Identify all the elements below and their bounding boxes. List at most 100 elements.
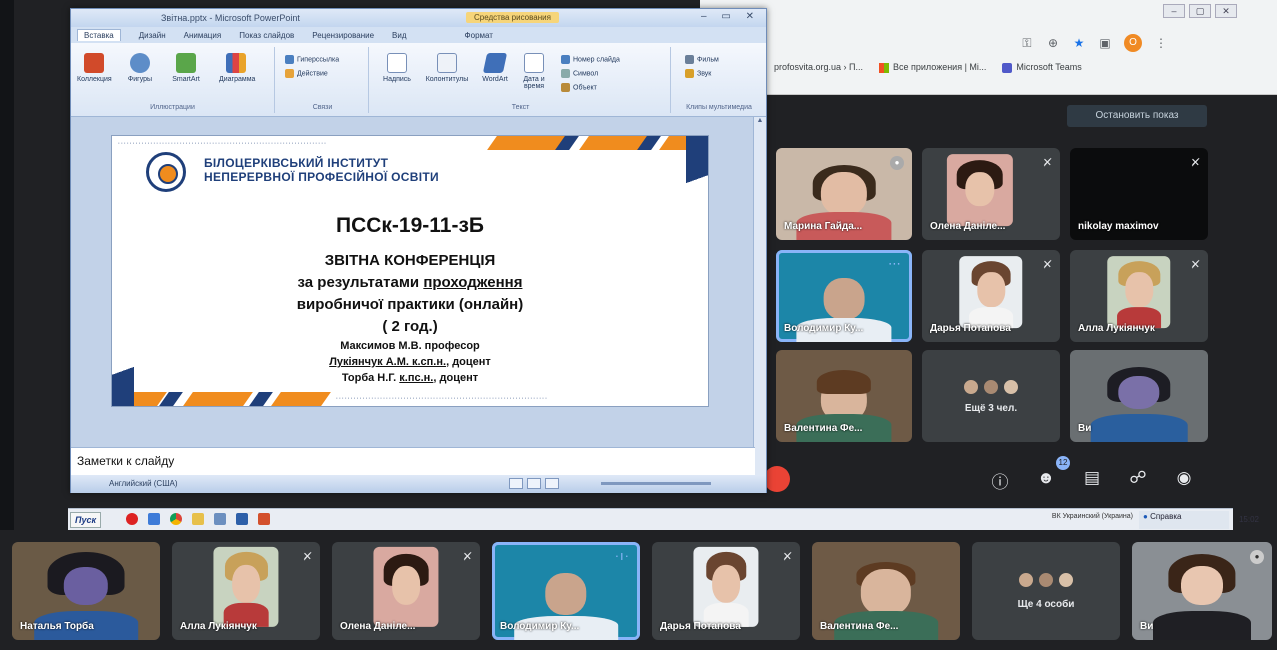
participant-tile[interactable]: ✕̸ Алла Лукіянчук bbox=[1070, 250, 1208, 342]
language-indicator[interactable]: Английский (США) bbox=[109, 479, 178, 488]
participant-video bbox=[1090, 414, 1188, 442]
filmstrip-tile[interactable]: Валентина Фе... bbox=[812, 542, 960, 640]
info-icon[interactable]: ⓘ bbox=[990, 468, 1010, 493]
tray-language[interactable]: ВК Украинский (Украина) bbox=[1052, 513, 1133, 520]
ppt-tab[interactable]: Формат bbox=[465, 31, 493, 40]
participant-tile[interactable]: ✕̸ Олена Даніле... bbox=[922, 148, 1060, 240]
zoom-slider[interactable] bbox=[601, 482, 711, 485]
sound-button[interactable]: Звук bbox=[685, 69, 711, 78]
tray-help: ● Справка bbox=[1139, 511, 1229, 529]
share-icon[interactable]: ⊕ bbox=[1046, 36, 1060, 50]
mic-off-icon: ✕̸ bbox=[302, 551, 312, 563]
movie-button[interactable]: Фильм bbox=[685, 55, 719, 64]
participant-video bbox=[959, 256, 1023, 329]
app-icon[interactable] bbox=[236, 513, 248, 525]
slide-number-button[interactable]: Номер слайда bbox=[561, 55, 620, 64]
symbol-button[interactable]: Символ bbox=[561, 69, 598, 78]
extension-icon[interactable]: ▣ bbox=[1098, 36, 1112, 50]
object-button[interactable]: Объект bbox=[561, 83, 597, 92]
opera-icon[interactable] bbox=[126, 513, 138, 525]
participant-tile[interactable]: Ви bbox=[1070, 350, 1208, 442]
sorter-view-icon[interactable] bbox=[527, 478, 541, 489]
maximize-icon[interactable]: ▢ bbox=[1189, 4, 1211, 18]
filmstrip-tile[interactable]: ✕̸ Дарья Потапова bbox=[652, 542, 800, 640]
help-icon[interactable]: ● bbox=[1143, 512, 1148, 521]
bookmark-label: profosvita.org.ua › П... bbox=[774, 62, 864, 73]
textbox-button[interactable]: Надпись bbox=[377, 53, 417, 83]
participant-video bbox=[946, 154, 1014, 227]
close-icon[interactable]: ✕ bbox=[1215, 4, 1237, 18]
minimize-icon[interactable]: – bbox=[1163, 4, 1185, 18]
ppt-window-controls[interactable]: – ▭ ✕ bbox=[701, 11, 760, 22]
filmstrip-tile-active[interactable]: ·ı· Володимир Ку... bbox=[492, 542, 640, 640]
participant-tile[interactable]: ● Марина Гайда... bbox=[776, 148, 912, 240]
slide[interactable]: ∙∙∙∙∙∙∙∙∙∙∙∙∙∙∙∙∙∙∙∙∙∙∙∙∙∙∙∙∙∙∙∙∙∙∙∙∙∙∙∙… bbox=[111, 135, 709, 407]
menu-icon[interactable]: ⋮ bbox=[1154, 36, 1168, 50]
folder-icon[interactable] bbox=[192, 513, 204, 525]
header-footer-button[interactable]: Колонтитулы bbox=[421, 53, 473, 83]
filmstrip-more-tile[interactable]: Ще 4 особи bbox=[972, 542, 1120, 640]
participant-name: Алла Лукіянчук bbox=[1078, 323, 1155, 334]
lock-icon[interactable]: ◉ bbox=[1174, 468, 1194, 493]
help-label[interactable]: Справка bbox=[1150, 512, 1181, 521]
people-icon[interactable]: ☻ bbox=[1036, 468, 1056, 493]
mic-off-icon: ✕̸ bbox=[462, 551, 472, 563]
clipart-button[interactable]: Коллекция bbox=[77, 53, 112, 83]
chat-icon[interactable]: ▤ bbox=[1082, 468, 1102, 493]
stop-presenting-button[interactable]: Остановить показ bbox=[1067, 105, 1207, 127]
ppt-tab[interactable]: Рецензирование bbox=[312, 31, 374, 40]
star-icon[interactable]: ★ bbox=[1072, 36, 1086, 50]
smartart-button[interactable]: SmartArt bbox=[169, 53, 203, 83]
group-code: ПССк-19-11-зБ bbox=[335, 214, 484, 237]
ppt-tab[interactable]: Дизайн bbox=[139, 31, 166, 40]
app-icon[interactable] bbox=[148, 513, 160, 525]
participant-tile-active[interactable]: ⋯ Володимир Ку... bbox=[776, 250, 912, 342]
participant-name: Ви bbox=[1078, 423, 1092, 434]
bookmark-item[interactable]: Все приложения | Mi... bbox=[879, 62, 986, 73]
participant-tile[interactable]: Валентина Фе... bbox=[776, 350, 912, 442]
more-participants-tile[interactable]: Ещё 3 чел. bbox=[922, 350, 1060, 442]
filmstrip-tile[interactable]: ✕̸ Олена Даніле... bbox=[332, 542, 480, 640]
bookmark-item[interactable]: Microsoft Teams bbox=[1002, 62, 1082, 73]
normal-view-icon[interactable] bbox=[509, 478, 523, 489]
shapes-button[interactable]: Фигуры bbox=[123, 53, 157, 83]
activities-icon[interactable]: ☍ bbox=[1128, 468, 1148, 493]
profile-avatar[interactable]: O bbox=[1124, 34, 1142, 52]
bookmark-label: Все приложения | Mi... bbox=[893, 62, 987, 72]
action-button[interactable]: Действие bbox=[285, 69, 328, 78]
wordart-button[interactable]: WordArt bbox=[475, 53, 515, 83]
participant-tile[interactable]: ✕̸ nikolay maximov bbox=[1070, 148, 1208, 240]
slideshow-view-icon[interactable] bbox=[545, 478, 559, 489]
participant-avatars bbox=[962, 377, 1020, 396]
key-icon[interactable]: ⚿ bbox=[1020, 36, 1034, 50]
bookmark-item[interactable]: profosvita.org.ua › П... bbox=[774, 62, 863, 72]
chrome-icon[interactable] bbox=[170, 513, 182, 525]
leave-call-button[interactable] bbox=[764, 466, 790, 492]
meet-controls: ⓘ ☻ ▤ ☍ ◉ bbox=[990, 468, 1194, 493]
slide-notes-field[interactable]: Заметки к слайду bbox=[71, 447, 755, 475]
filmstrip-tile[interactable]: ✕̸ Алла Лукіянчук bbox=[172, 542, 320, 640]
start-button[interactable]: Пуск bbox=[70, 512, 102, 528]
participant-name: nikolay maximov bbox=[1078, 221, 1159, 232]
apps-icon bbox=[879, 62, 890, 73]
participant-video bbox=[1181, 565, 1223, 605]
ppt-tab[interactable]: Вид bbox=[392, 31, 406, 40]
ppt-tab[interactable]: Показ слайдов bbox=[239, 31, 294, 40]
date-time-button[interactable]: Дата и время bbox=[517, 53, 551, 90]
participant-tile[interactable]: ✕̸ Дарья Потапова bbox=[922, 250, 1060, 342]
more-options-icon[interactable]: ⋯ bbox=[888, 256, 902, 272]
institute-name: БІЛОЦЕРКІВСЬКИЙ ІНСТИТУТ НЕПЕРЕРВНОЇ ПРО… bbox=[204, 156, 439, 184]
ppt-context-tab[interactable]: Средства рисования bbox=[466, 12, 559, 23]
ppt-tab[interactable]: Вставка bbox=[77, 29, 121, 41]
participant-name: Володимир Ку... bbox=[500, 621, 580, 632]
app-icon[interactable] bbox=[214, 513, 226, 525]
filmstrip-tile[interactable]: Наталья Торба bbox=[12, 542, 160, 640]
more-participants-label: Ще 4 особи bbox=[1017, 598, 1075, 610]
powerpoint-icon[interactable] bbox=[258, 513, 270, 525]
ppt-vertical-scrollbar[interactable]: ▲ bbox=[753, 117, 766, 447]
chart-button[interactable]: Диаграмма bbox=[219, 53, 255, 83]
ppt-tab[interactable]: Анимация bbox=[184, 31, 222, 40]
hyperlink-button[interactable]: Гиперссылка bbox=[285, 55, 339, 64]
chrome-window-controls: – ▢ ✕ bbox=[1163, 4, 1237, 18]
filmstrip-tile[interactable]: ● Ви bbox=[1132, 542, 1272, 640]
